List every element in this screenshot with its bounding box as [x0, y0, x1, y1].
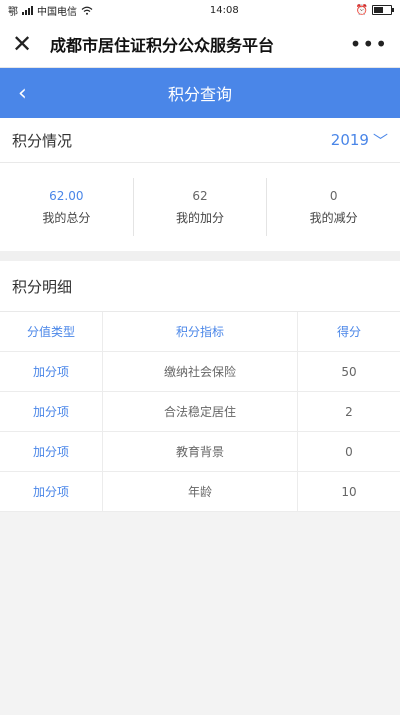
deducted-score-value: 0 [267, 189, 400, 203]
row-indicator: 合法稳定居住 [103, 392, 298, 432]
row-score: 10 [298, 472, 400, 512]
column-header-indicator: 积分指标 [103, 312, 298, 352]
app-header: ‹ 积分查询 [0, 68, 400, 118]
score-detail: 积分明细 分值类型 积分指标 得分 加分项 缴纳社会保险 50 加分项 合法稳定… [0, 261, 400, 512]
year-selector[interactable]: 2019 ﹀ [331, 130, 388, 151]
table-row: 加分项 年龄 10 [0, 472, 400, 512]
alarm-icon: ⏰ [356, 5, 368, 16]
row-type: 加分项 [0, 352, 103, 392]
wechat-titlebar: ✕ 成都市居住证积分公众服务平台 ••• [0, 20, 400, 68]
year-value: 2019 [331, 131, 369, 149]
empty-area [0, 512, 400, 715]
total-score: 62.00 我的总分 [0, 178, 133, 236]
wechat-page-title: 成都市居住证积分公众服务平台 [40, 32, 350, 56]
deducted-score: 0 我的减分 [266, 178, 400, 236]
status-time: 14:08 [210, 5, 239, 16]
score-overview: 积分情况 2019 ﹀ 62.00 我的总分 62 我的加分 0 我的减分 [0, 118, 400, 251]
status-bar: 鄂 中国电信 14:08 ⏰ [0, 0, 400, 20]
detail-title: 积分明细 [0, 261, 400, 312]
battery-icon [372, 5, 392, 15]
row-score: 50 [298, 352, 400, 392]
overview-header: 积分情况 2019 ﹀ [0, 118, 400, 163]
section-gap [0, 251, 400, 261]
row-type: 加分项 [0, 432, 103, 472]
status-left: 鄂 中国电信 [8, 3, 93, 18]
status-right: ⏰ [356, 5, 392, 16]
wifi-icon [81, 6, 93, 15]
added-score-label: 我的加分 [134, 209, 267, 226]
close-icon[interactable]: ✕ [12, 32, 40, 56]
more-icon[interactable]: ••• [350, 32, 388, 56]
added-score-value: 62 [134, 189, 267, 203]
table-row: 加分项 合法稳定居住 2 [0, 392, 400, 432]
detail-table: 分值类型 积分指标 得分 加分项 缴纳社会保险 50 加分项 合法稳定居住 2 … [0, 312, 400, 512]
table-row: 加分项 缴纳社会保险 50 [0, 352, 400, 392]
score-summary: 62.00 我的总分 62 我的加分 0 我的减分 [0, 163, 400, 251]
app-header-title: 积分查询 [0, 81, 400, 105]
overview-title: 积分情况 [12, 130, 72, 151]
carrier-label: 中国电信 [37, 3, 77, 18]
signal-icon [22, 6, 33, 15]
chevron-down-icon: ﹀ [373, 130, 388, 151]
total-score-label: 我的总分 [0, 209, 133, 226]
row-type: 加分项 [0, 472, 103, 512]
table-row: 加分项 教育背景 0 [0, 432, 400, 472]
status-glyph: 鄂 [8, 3, 18, 18]
row-indicator: 缴纳社会保险 [103, 352, 298, 392]
column-header-score: 得分 [298, 312, 400, 352]
detail-table-header: 分值类型 积分指标 得分 [0, 312, 400, 352]
deducted-score-label: 我的减分 [267, 209, 400, 226]
total-score-value: 62.00 [0, 189, 133, 203]
added-score: 62 我的加分 [133, 178, 267, 236]
column-header-type: 分值类型 [0, 312, 103, 352]
row-score: 2 [298, 392, 400, 432]
row-indicator: 教育背景 [103, 432, 298, 472]
row-score: 0 [298, 432, 400, 472]
row-type: 加分项 [0, 392, 103, 432]
row-indicator: 年龄 [103, 472, 298, 512]
back-arrow-icon[interactable]: ‹ [18, 81, 27, 106]
